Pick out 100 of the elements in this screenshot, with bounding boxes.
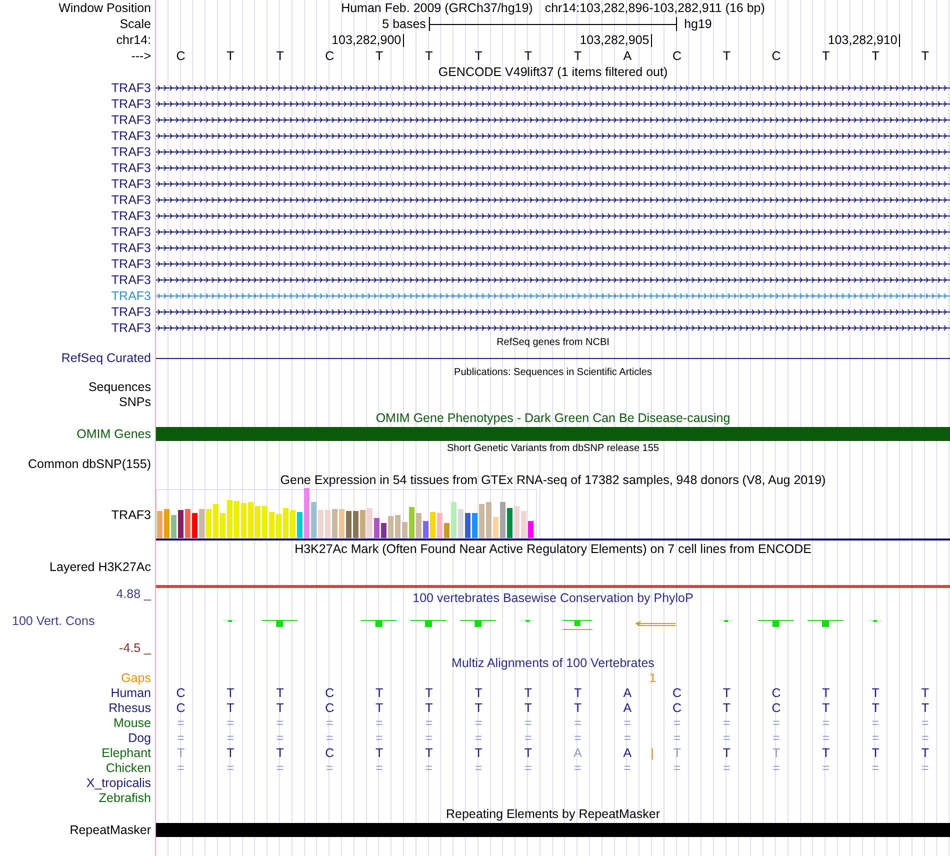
alignment-base: T bbox=[921, 686, 929, 700]
gene-label[interactable]: TRAF3 bbox=[0, 80, 155, 96]
gene-label[interactable]: TRAF3 bbox=[0, 256, 155, 272]
assembly-label: hg19 bbox=[683, 16, 713, 32]
sequence-base: C bbox=[672, 48, 683, 64]
track-label[interactable]: Sequences bbox=[0, 380, 155, 395]
track-label[interactable]: TRAF3 bbox=[111, 508, 151, 522]
alignment-base: C bbox=[176, 686, 186, 700]
alignment-base: T bbox=[921, 701, 929, 715]
alignment-base: = bbox=[177, 761, 184, 775]
gene-label[interactable]: TRAF3 bbox=[0, 272, 155, 288]
alignment-base: T bbox=[872, 746, 880, 760]
track-label[interactable]: Layered H3K27Ac bbox=[0, 557, 155, 573]
sequence-base: T bbox=[374, 48, 384, 64]
species-label[interactable]: Chicken bbox=[0, 761, 155, 776]
alignment-base: = bbox=[376, 761, 383, 775]
track-label[interactable]: OMIM Genes bbox=[0, 426, 155, 442]
alignment-base: = bbox=[872, 761, 880, 775]
sequence-base: C bbox=[324, 48, 336, 64]
alignment-base: T bbox=[822, 686, 830, 700]
track-label[interactable]: Common dbSNP(155) bbox=[0, 456, 155, 472]
alignment-base: T bbox=[425, 746, 433, 760]
alignment-base: T bbox=[425, 701, 433, 715]
track-title: GENCODE V49lift37 (1 items filtered out) bbox=[438, 65, 668, 79]
alignment-base: T bbox=[772, 746, 780, 760]
species-label[interactable]: Rhesus bbox=[0, 701, 155, 716]
alignment-base: = bbox=[524, 761, 532, 775]
species-label[interactable]: Dog bbox=[0, 731, 155, 746]
gene-label[interactable]: TRAF3 bbox=[0, 288, 155, 304]
alignment-base: T bbox=[524, 746, 532, 760]
gene-label[interactable]: TRAF3 bbox=[0, 304, 155, 320]
alignment-base: T bbox=[822, 701, 830, 715]
alignment-base: C bbox=[772, 701, 781, 715]
alignment-base: = bbox=[822, 761, 830, 775]
alignment-base: T bbox=[524, 701, 532, 715]
track-title: RefSeq genes from NCBI bbox=[496, 337, 610, 348]
insertion-mark: 1 bbox=[649, 671, 656, 686]
track-title: Publications: Sequences in Scientific Articles bbox=[454, 367, 652, 378]
alignment-base: = bbox=[624, 761, 632, 775]
gene-label[interactable]: TRAF3 bbox=[0, 240, 155, 256]
alignment-base: = bbox=[425, 761, 433, 775]
track-title: Short Genetic Variants from dbSNP release 155 bbox=[447, 443, 659, 454]
alignment-base: T bbox=[872, 686, 880, 700]
gene-label[interactable]: TRAF3 bbox=[0, 192, 155, 208]
alignment-base: = bbox=[574, 716, 582, 730]
sequence-base: T bbox=[821, 48, 831, 64]
alignment-base: = bbox=[822, 716, 830, 730]
gene-label[interactable]: TRAF3 bbox=[0, 224, 155, 240]
position-tick: 103,282,910 bbox=[828, 34, 900, 47]
species-label[interactable]: X_tropicalis bbox=[0, 776, 155, 791]
alignment-base: = bbox=[624, 716, 632, 730]
track-label[interactable]: RefSeq Curated bbox=[0, 350, 155, 366]
alignment-base: T bbox=[722, 746, 730, 760]
alignment-base: T bbox=[474, 746, 482, 760]
track-label[interactable]: RepeatMasker bbox=[0, 822, 155, 838]
position-tick: 103,282,900 bbox=[332, 34, 404, 47]
axis-max-label: 4.88 _ bbox=[115, 586, 151, 601]
species-label[interactable]: Human bbox=[0, 686, 155, 701]
alignment-base: = bbox=[922, 761, 929, 775]
sequence-base: T bbox=[474, 48, 484, 64]
alignment-base: T bbox=[574, 701, 582, 715]
sequence-base: T bbox=[722, 48, 732, 64]
alignment-base: = bbox=[822, 731, 830, 745]
gene-label[interactable]: TRAF3 bbox=[0, 144, 155, 160]
species-label[interactable]: Mouse bbox=[0, 716, 155, 731]
gene-label[interactable]: TRAF3 bbox=[0, 96, 155, 112]
gene-label[interactable]: TRAF3 bbox=[0, 128, 155, 144]
gene-label[interactable]: TRAF3 bbox=[0, 208, 155, 224]
row-label: chr14: bbox=[115, 32, 152, 48]
gene-label[interactable]: TRAF3 bbox=[0, 160, 155, 176]
alignment-base: = bbox=[474, 761, 482, 775]
alignment-base: T bbox=[822, 746, 830, 760]
strand-label: ---> bbox=[130, 48, 152, 64]
alignment-base: T bbox=[375, 746, 384, 760]
alignment-base: = bbox=[226, 731, 234, 745]
alignment-base: = bbox=[723, 731, 730, 745]
species-label[interactable]: Zebrafish bbox=[0, 791, 155, 806]
axis-min-label: -4.5 _ bbox=[118, 641, 151, 655]
alignment-base: = bbox=[673, 716, 681, 730]
position-tick: 103,282,905 bbox=[580, 34, 652, 47]
alignment-base: = bbox=[574, 761, 582, 775]
alignment-base: T bbox=[276, 746, 284, 760]
alignment-base: T bbox=[276, 686, 284, 700]
alignment-base: C bbox=[672, 686, 682, 700]
alignment-base: = bbox=[772, 716, 780, 730]
alignment-base: = bbox=[326, 761, 334, 775]
alignment-base: T bbox=[375, 701, 384, 715]
gene-label[interactable]: TRAF3 bbox=[0, 112, 155, 128]
track-title: H3K27Ac Mark (Often Found Near Active Regulatory Elements) on 7 cell lines from ENCODE bbox=[294, 542, 812, 556]
track-title: 100 vertebrates Basewise Conservation by PhyloP bbox=[412, 591, 694, 605]
alignment-base: = bbox=[276, 716, 284, 730]
track-label[interactable]: SNPs bbox=[0, 395, 155, 410]
alignment-base: = bbox=[276, 761, 284, 775]
species-label[interactable]: Elephant bbox=[0, 746, 155, 761]
alignment-base: = bbox=[474, 731, 482, 745]
gene-label[interactable]: TRAF3 bbox=[0, 176, 155, 192]
gene-label[interactable]: TRAF3 bbox=[0, 320, 155, 336]
track-label[interactable]: 100 Vert. Cons bbox=[0, 614, 151, 628]
alignment-base: = bbox=[872, 716, 880, 730]
alignment-base: A bbox=[623, 701, 632, 715]
